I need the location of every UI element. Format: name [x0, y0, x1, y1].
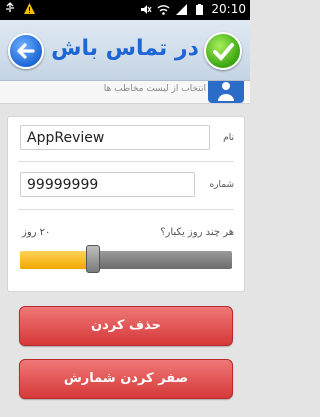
interval-question-label: هر چند روز یکبار؟: [160, 227, 234, 238]
back-arrow-icon: [17, 43, 35, 59]
interval-value: ۲۰ روز: [22, 227, 51, 238]
name-field[interactable]: AppReview: [20, 125, 210, 150]
contact-form: AppReview نام 99999999 شماره هر چند روز …: [7, 116, 245, 292]
contact-picker[interactable]: انتخاب از لیست مخاطب ها: [0, 81, 250, 104]
slider-thumb[interactable]: [86, 245, 100, 273]
warning-icon: [24, 3, 35, 14]
mute-icon: [141, 4, 152, 14]
number-label: شماره: [209, 180, 234, 190]
status-bar: 20:10: [0, 0, 250, 20]
person-icon: [218, 82, 234, 101]
status-right-icons: 20:10: [139, 2, 246, 16]
interval-slider[interactable]: [20, 251, 232, 269]
wifi-icon: [157, 4, 170, 15]
signal-icon: [176, 3, 188, 15]
battery-icon: [196, 3, 204, 15]
confirm-button[interactable]: [204, 32, 242, 70]
contact-book-icon[interactable]: [208, 81, 244, 103]
number-value: 99999999: [27, 177, 99, 193]
status-left-icons: [4, 2, 36, 15]
slider-fill: [20, 251, 92, 269]
delete-button[interactable]: حذف کردن: [19, 306, 233, 346]
name-label: نام: [223, 133, 234, 143]
divider: [18, 209, 234, 210]
checkmark-icon: [213, 43, 234, 61]
name-value: AppReview: [27, 130, 105, 146]
page-title: در تماس باش: [51, 36, 199, 61]
reset-count-button[interactable]: صفر کردن شمارش: [19, 359, 233, 399]
usb-icon: [6, 2, 14, 12]
back-button[interactable]: [8, 33, 44, 69]
status-time: 20:10: [211, 2, 246, 16]
app-header: در تماس باش: [0, 20, 250, 81]
divider: [18, 161, 234, 162]
number-field[interactable]: 99999999: [20, 172, 195, 197]
contact-picker-label: انتخاب از لیست مخاطب ها: [103, 84, 206, 94]
